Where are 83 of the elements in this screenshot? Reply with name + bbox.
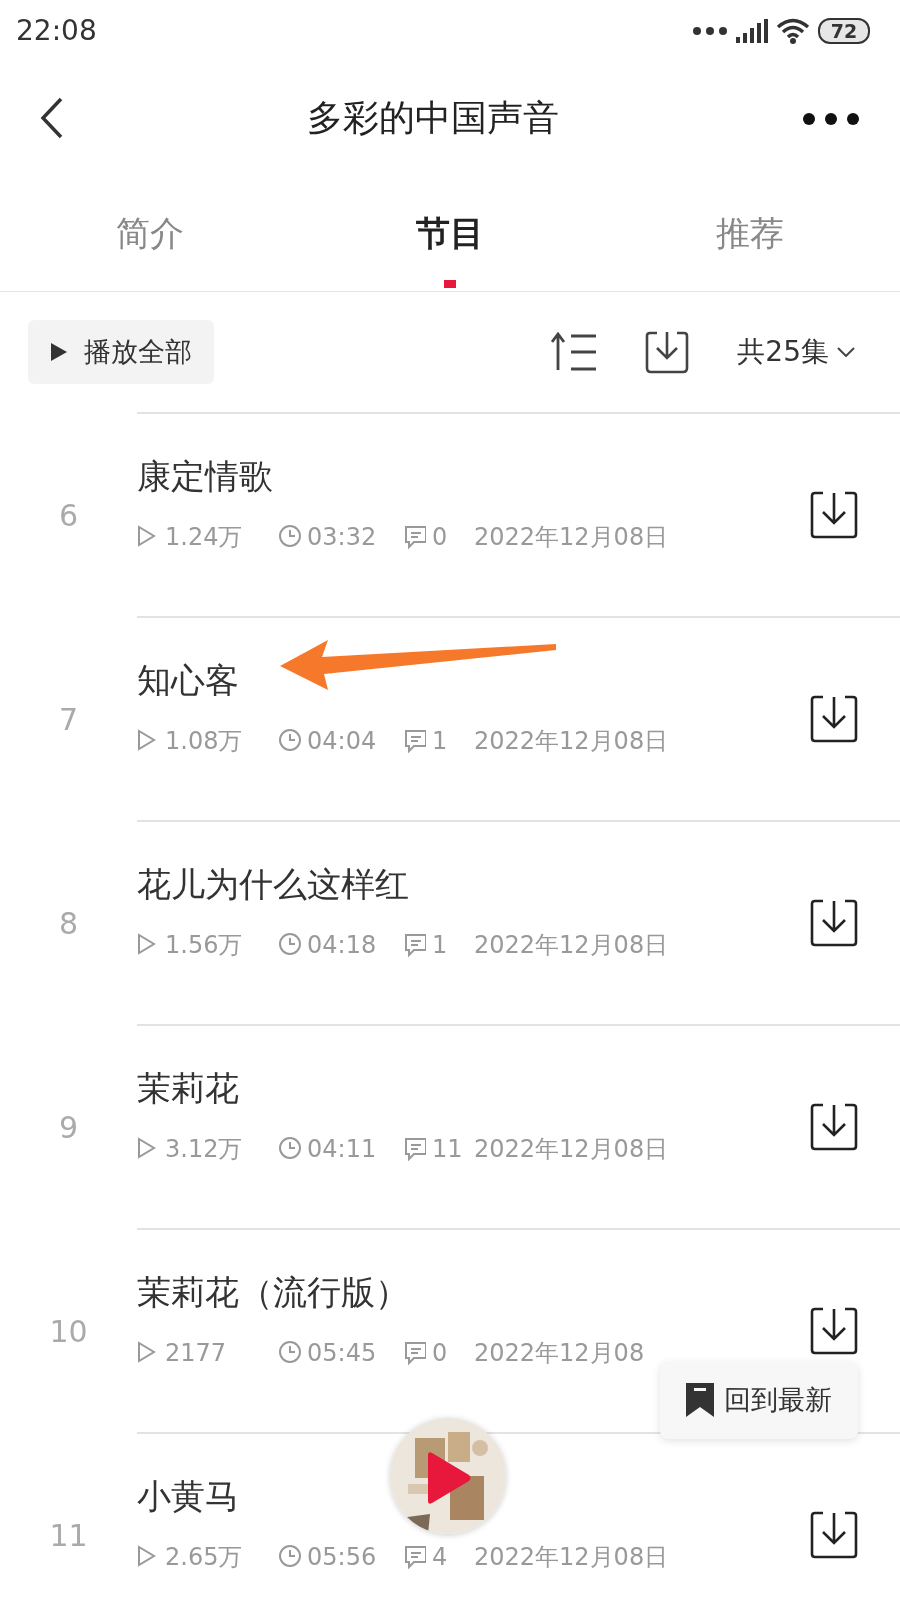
more-icon bbox=[802, 111, 860, 126]
comment-count: 4 bbox=[432, 1541, 448, 1573]
back-to-latest-button[interactable]: 回到最新 bbox=[660, 1362, 858, 1439]
download-icon bbox=[645, 330, 690, 374]
clock-icon bbox=[279, 524, 301, 549]
episode-title[interactable]: 知心客 bbox=[137, 660, 239, 701]
tab-indicator bbox=[444, 280, 456, 288]
tab[interactable]: 推荐 bbox=[600, 174, 900, 292]
download-icon bbox=[810, 899, 858, 947]
comment-icon bbox=[404, 1340, 426, 1365]
episode-number: 9 bbox=[57, 1109, 80, 1147]
play-count: 1.08万 bbox=[165, 725, 243, 757]
episode-title[interactable]: 康定情歌 bbox=[137, 456, 273, 497]
clock-icon bbox=[279, 1340, 301, 1365]
clock-icon bbox=[279, 1136, 301, 1161]
battery-indicator: 72 bbox=[818, 18, 870, 44]
duration: 04:11 bbox=[307, 1133, 377, 1165]
episode-title[interactable]: 小黄马 bbox=[137, 1476, 239, 1517]
download-button[interactable] bbox=[810, 1103, 858, 1151]
episode-number: 8 bbox=[57, 905, 80, 943]
back-icon bbox=[40, 97, 64, 139]
publish-date: 2022年12月08日 bbox=[474, 929, 669, 961]
download-all-button[interactable] bbox=[645, 330, 690, 374]
comment-count: 0 bbox=[432, 521, 448, 553]
duration: 05:45 bbox=[307, 1337, 377, 1369]
play-count: 2177 bbox=[165, 1337, 227, 1369]
wifi-icon bbox=[776, 18, 810, 44]
download-button[interactable] bbox=[810, 899, 858, 947]
publish-date: 2022年12月08日 bbox=[474, 725, 669, 757]
download-icon bbox=[810, 695, 858, 743]
download-button[interactable] bbox=[810, 491, 858, 539]
play-icon bbox=[50, 342, 68, 362]
publish-date: 2022年12月08 bbox=[474, 1337, 645, 1369]
tab[interactable]: 简介 bbox=[0, 174, 300, 292]
comment-count: 0 bbox=[432, 1337, 448, 1369]
comment-count: 11 bbox=[432, 1133, 463, 1165]
episode-number: 11 bbox=[48, 1517, 89, 1555]
episode-number: 7 bbox=[57, 701, 80, 739]
clock-icon bbox=[279, 1544, 301, 1569]
clock-icon bbox=[279, 932, 301, 957]
episode-number: 10 bbox=[48, 1313, 89, 1351]
duration: 05:56 bbox=[307, 1541, 377, 1573]
comment-count: 1 bbox=[432, 725, 448, 757]
download-icon bbox=[810, 1511, 858, 1559]
episode-count-dropdown[interactable]: 共25集 bbox=[737, 331, 855, 373]
comment-icon bbox=[404, 932, 426, 957]
download-icon bbox=[810, 1103, 858, 1151]
comment-icon bbox=[404, 1544, 426, 1569]
download-button[interactable] bbox=[810, 695, 858, 743]
comment-icon bbox=[404, 1136, 426, 1161]
play-count: 2.65万 bbox=[165, 1541, 243, 1573]
download-button[interactable] bbox=[810, 1307, 858, 1355]
download-button[interactable] bbox=[810, 1511, 858, 1559]
duration: 04:04 bbox=[307, 725, 377, 757]
caret-icon bbox=[837, 347, 855, 357]
page-title: 多彩的中国声音 bbox=[307, 96, 559, 140]
comment-icon bbox=[404, 524, 426, 549]
duration: 04:18 bbox=[307, 929, 377, 961]
publish-date: 2022年12月08日 bbox=[474, 1541, 669, 1573]
back-button[interactable] bbox=[40, 97, 64, 139]
comment-count: 1 bbox=[432, 929, 448, 961]
episode-title[interactable]: 花儿为什么这样红 bbox=[137, 864, 409, 905]
clock-icon bbox=[279, 728, 301, 753]
more-icon bbox=[692, 26, 728, 36]
signal-icon bbox=[736, 19, 768, 43]
play-count: 1.56万 bbox=[165, 929, 243, 961]
episode-number: 6 bbox=[57, 497, 80, 535]
clock-time: 22:08 bbox=[16, 13, 97, 49]
episode-title[interactable]: 茉莉花（流行版） bbox=[137, 1272, 409, 1313]
publish-date: 2022年12月08日 bbox=[474, 1133, 669, 1165]
tab[interactable]: 节目 bbox=[300, 174, 600, 292]
episode-title[interactable]: 茉莉花 bbox=[137, 1068, 239, 1109]
download-icon bbox=[810, 491, 858, 539]
sort-icon bbox=[551, 332, 598, 372]
publish-date: 2022年12月08日 bbox=[474, 521, 669, 553]
play-count: 1.24万 bbox=[165, 521, 243, 553]
comment-icon bbox=[404, 728, 426, 753]
duration: 03:32 bbox=[307, 521, 377, 553]
play-count: 3.12万 bbox=[165, 1133, 243, 1165]
sort-button[interactable] bbox=[551, 332, 598, 372]
download-icon bbox=[810, 1307, 858, 1355]
bookmark-icon bbox=[686, 1383, 714, 1418]
play-all-button[interactable]: 播放全部 bbox=[28, 319, 214, 385]
